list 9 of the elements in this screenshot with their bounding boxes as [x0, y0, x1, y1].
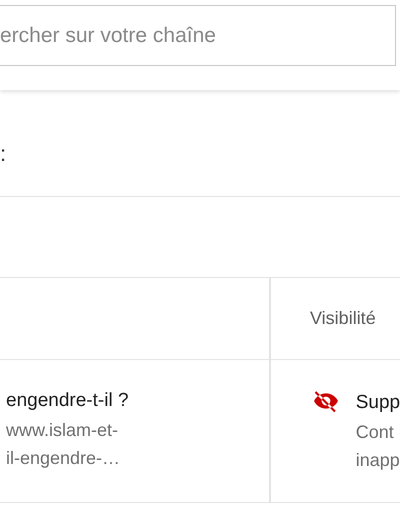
video-url: il-engendre-… [6, 447, 122, 470]
visibility-reason: Cont [356, 421, 395, 444]
visibility-status: Supp [356, 391, 400, 415]
video-title[interactable]: engendre-t-il ? [6, 386, 269, 416]
video-url: www.islam-et- [6, 419, 120, 442]
column-header[interactable]: Visibilité [310, 305, 376, 332]
search-field[interactable]: ercher sur votre chaîne [0, 5, 396, 66]
visibility-reason: inapp [356, 449, 400, 472]
filter-label: : [0, 140, 6, 168]
